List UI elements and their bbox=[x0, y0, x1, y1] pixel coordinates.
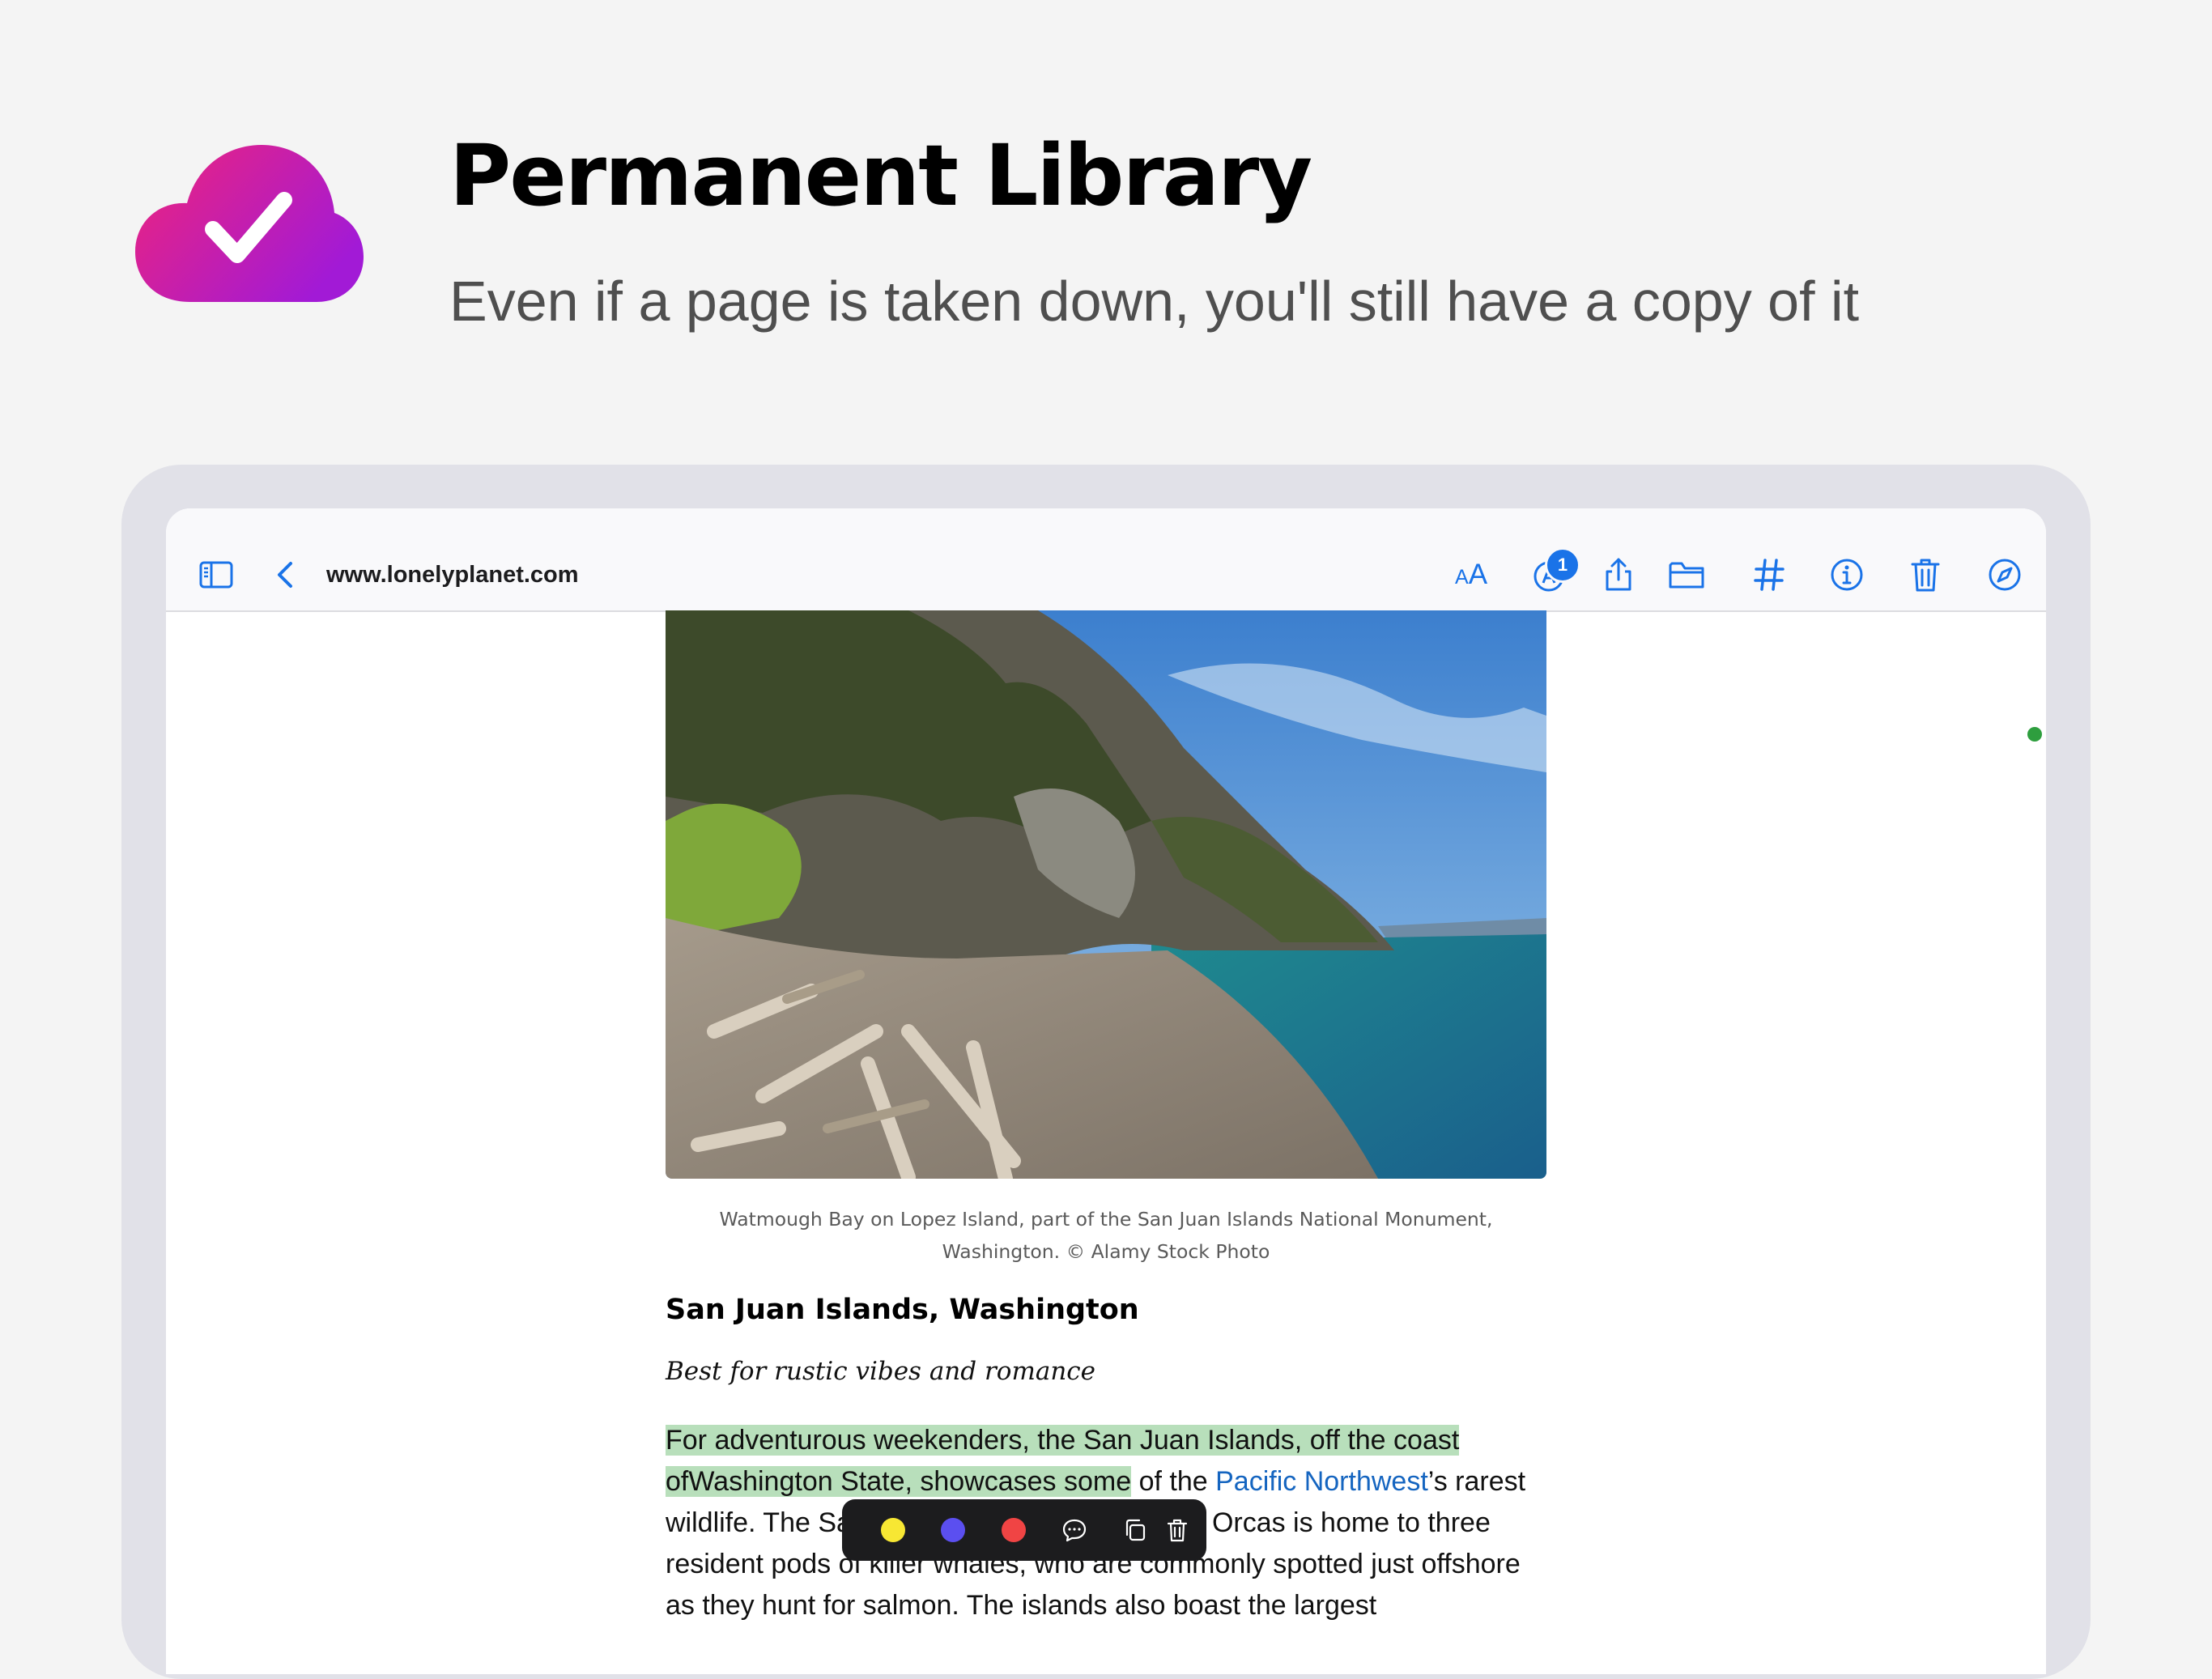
trash-icon[interactable] bbox=[1906, 555, 1945, 594]
body-text: Orcas is home to three bbox=[1211, 1507, 1491, 1538]
highlighted-text[interactable]: ofWashington State, showcases some bbox=[666, 1466, 1132, 1497]
article-subheading: Best for rustic vibes and romance bbox=[666, 1357, 1095, 1386]
highlighted-text[interactable]: For adventurous weekenders, the San Juan… bbox=[666, 1425, 1460, 1456]
body-text: wildlife. The Sa bbox=[666, 1507, 852, 1538]
yellow-highlight-button[interactable] bbox=[881, 1518, 905, 1542]
text-size-large-label: A bbox=[1468, 559, 1488, 590]
cloud-check-logo-icon bbox=[134, 142, 364, 304]
text-size-icon[interactable]: AA bbox=[1455, 555, 1487, 594]
compass-icon[interactable] bbox=[1985, 555, 2024, 594]
blue-highlight-button[interactable] bbox=[941, 1518, 965, 1542]
caption-line-1: Watmough Bay on Lopez Island, part of th… bbox=[719, 1208, 1493, 1231]
caption-line-2: Washington. © Alamy Stock Photo bbox=[942, 1240, 1270, 1263]
photo-caption: Watmough Bay on Lopez Island, part of th… bbox=[666, 1203, 1546, 1268]
page-subtitle: Even if a page is taken down, you'll sti… bbox=[449, 270, 1860, 333]
url-label[interactable]: www.lonelyplanet.com bbox=[326, 559, 579, 591]
copy-icon[interactable] bbox=[1122, 1517, 1148, 1543]
info-icon[interactable] bbox=[1827, 555, 1866, 594]
body-text: of the bbox=[1131, 1466, 1216, 1497]
sidebar-icon[interactable] bbox=[197, 555, 236, 594]
pacific-northwest-link[interactable]: Pacific Northwest bbox=[1215, 1466, 1428, 1497]
comment-icon[interactable] bbox=[1061, 1517, 1087, 1543]
body-text: as they hunt for salmon. The islands als… bbox=[666, 1590, 1377, 1621]
body-text: ’s rarest bbox=[1427, 1466, 1526, 1497]
annotation-toolbar bbox=[842, 1499, 1206, 1561]
hashtag-icon[interactable] bbox=[1750, 555, 1789, 594]
folder-icon[interactable] bbox=[1667, 555, 1706, 594]
text-size-small-label: A bbox=[1455, 566, 1469, 589]
back-chevron-icon[interactable] bbox=[266, 555, 305, 594]
reader-toolbar: www.lonelyplanet.com AA 1 bbox=[166, 508, 2046, 612]
share-icon[interactable] bbox=[1599, 555, 1638, 594]
article-photo bbox=[666, 610, 1546, 1179]
red-highlight-button[interactable] bbox=[1002, 1518, 1026, 1542]
annotation-count-badge: 1 bbox=[1545, 547, 1580, 583]
delete-icon[interactable] bbox=[1164, 1517, 1190, 1543]
page-title: Permanent Library bbox=[449, 126, 1312, 225]
article-heading: San Juan Islands, Washington bbox=[666, 1294, 1139, 1326]
status-dot bbox=[2027, 727, 2042, 742]
